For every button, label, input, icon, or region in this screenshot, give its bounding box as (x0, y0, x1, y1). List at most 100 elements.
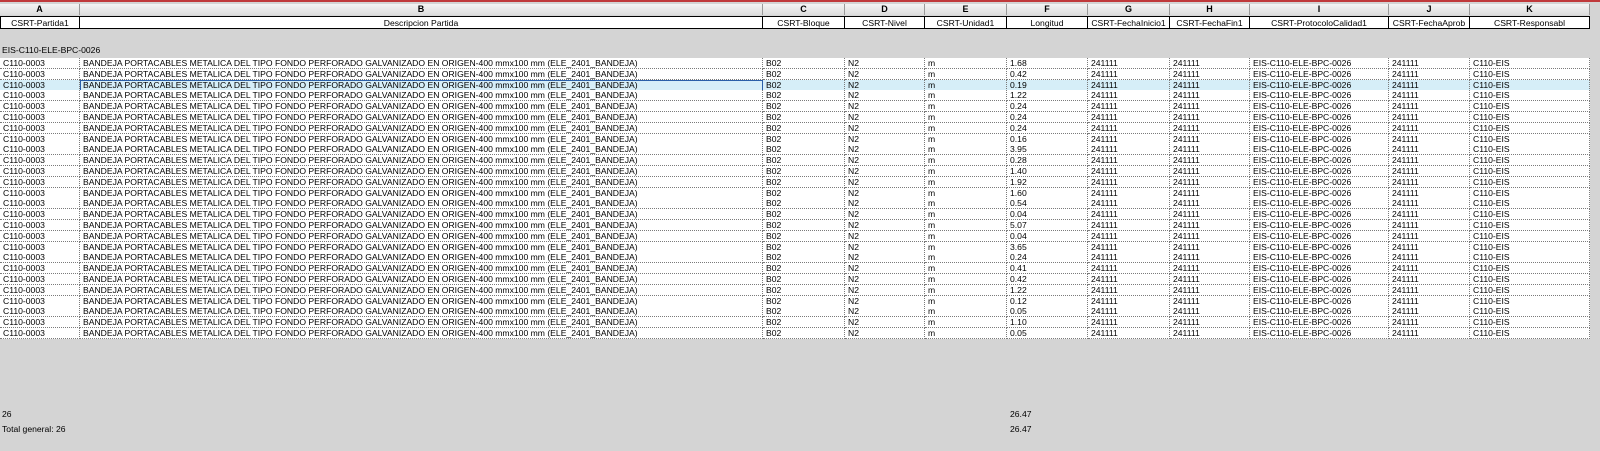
cell-protocolo[interactable]: EIS-C110-ELE-BPC-0026 (1250, 187, 1389, 199)
cell-nivel[interactable]: N2 (845, 306, 925, 318)
cell-responsable[interactable]: C110-EIS (1470, 198, 1590, 210)
cell-fecha-fin[interactable]: 241111 (1170, 317, 1250, 329)
cell-nivel[interactable]: N2 (845, 176, 925, 188)
cell-descripcion[interactable]: BANDEJA PORTACABLES METALICA DEL TIPO FO… (80, 230, 763, 242)
cell-bloque[interactable]: B02 (763, 133, 845, 145)
cell-longitud[interactable]: 0.16 (1007, 133, 1088, 145)
cell-protocolo[interactable]: EIS-C110-ELE-BPC-0026 (1250, 58, 1389, 69)
cell-descripcion[interactable]: BANDEJA PORTACABLES METALICA DEL TIPO FO… (80, 263, 763, 275)
cell-unidad[interactable]: m (925, 306, 1007, 318)
cell-partida[interactable]: C110-0003 (0, 198, 80, 210)
cell-responsable[interactable]: C110-EIS (1470, 79, 1590, 91)
cell-fecha-aprob[interactable]: 241111 (1389, 122, 1470, 134)
cell-nivel[interactable]: N2 (845, 111, 925, 123)
table-row[interactable]: C110-0003 BANDEJA PORTACABLES METALICA DE… (0, 230, 1590, 242)
cell-fecha-aprob[interactable]: 241111 (1389, 165, 1470, 177)
cell-protocolo[interactable]: EIS-C110-ELE-BPC-0026 (1250, 295, 1389, 307)
cell-longitud[interactable]: 1.68 (1007, 58, 1088, 69)
cell-unidad[interactable]: m (925, 155, 1007, 167)
cell-fecha-inicio[interactable]: 241111 (1088, 144, 1170, 156)
cell-unidad[interactable]: m (925, 68, 1007, 80)
field-header-fecha-inicio[interactable]: CSRT-FechaInicio1 (1088, 16, 1170, 29)
cell-fecha-fin[interactable]: 241111 (1170, 241, 1250, 253)
cell-longitud[interactable]: 0.42 (1007, 68, 1088, 80)
cell-fecha-fin[interactable]: 241111 (1170, 187, 1250, 199)
cell-unidad[interactable]: m (925, 295, 1007, 307)
cell-bloque[interactable]: B02 (763, 209, 845, 221)
cell-fecha-inicio[interactable]: 241111 (1088, 187, 1170, 199)
cell-nivel[interactable]: N2 (845, 187, 925, 199)
cell-longitud[interactable]: 1.92 (1007, 176, 1088, 188)
cell-bloque[interactable]: B02 (763, 58, 845, 69)
cell-bloque[interactable]: B02 (763, 90, 845, 102)
cell-fecha-inicio[interactable]: 241111 (1088, 209, 1170, 221)
cell-unidad[interactable]: m (925, 241, 1007, 253)
table-row[interactable]: C110-0003 BANDEJA PORTACABLES METALICA DE… (0, 209, 1590, 221)
cell-bloque[interactable]: B02 (763, 68, 845, 80)
cell-responsable[interactable]: C110-EIS (1470, 187, 1590, 199)
cell-fecha-fin[interactable]: 241111 (1170, 284, 1250, 296)
field-header-responsable[interactable]: CSRT-Responsabl (1470, 16, 1590, 29)
cell-unidad[interactable]: m (925, 263, 1007, 275)
cell-longitud[interactable]: 1.22 (1007, 90, 1088, 102)
cell-fecha-fin[interactable]: 241111 (1170, 198, 1250, 210)
table-row[interactable]: C110-0003 BANDEJA PORTACABLES METALICA DE… (0, 144, 1590, 156)
cell-descripcion[interactable]: BANDEJA PORTACABLES METALICA DEL TIPO FO… (80, 241, 763, 253)
cell-fecha-inicio[interactable]: 241111 (1088, 317, 1170, 329)
cell-bloque[interactable]: B02 (763, 273, 845, 285)
cell-nivel[interactable]: N2 (845, 295, 925, 307)
cell-responsable[interactable]: C110-EIS (1470, 165, 1590, 177)
cell-fecha-inicio[interactable]: 241111 (1088, 252, 1170, 264)
cell-bloque[interactable]: B02 (763, 295, 845, 307)
column-letter-a[interactable]: A (0, 4, 80, 15)
cell-fecha-aprob[interactable]: 241111 (1389, 219, 1470, 231)
cell-protocolo[interactable]: EIS-C110-ELE-BPC-0026 (1250, 122, 1389, 134)
cell-partida[interactable]: C110-0003 (0, 230, 80, 242)
cell-fecha-inicio[interactable]: 241111 (1088, 198, 1170, 210)
cell-descripcion[interactable]: BANDEJA PORTACABLES METALICA DEL TIPO FO… (80, 79, 763, 91)
cell-unidad[interactable]: m (925, 317, 1007, 329)
cell-fecha-inicio[interactable]: 241111 (1088, 79, 1170, 91)
table-row[interactable]: C110-0003 BANDEJA PORTACABLES METALICA DE… (0, 273, 1590, 285)
cell-descripcion[interactable]: BANDEJA PORTACABLES METALICA DEL TIPO FO… (80, 306, 763, 318)
field-header-descripcion[interactable]: Descripcion Partida (80, 16, 763, 29)
table-row[interactable]: C110-0003 BANDEJA PORTACABLES METALICA DE… (0, 219, 1590, 231)
column-letter-c[interactable]: C (763, 4, 845, 15)
field-header-protocolo[interactable]: CSRT-ProtocoloCalidad1 (1250, 16, 1389, 29)
cell-protocolo[interactable]: EIS-C110-ELE-BPC-0026 (1250, 79, 1389, 91)
cell-fecha-inicio[interactable]: 241111 (1088, 58, 1170, 69)
cell-fecha-aprob[interactable]: 241111 (1389, 90, 1470, 102)
cell-fecha-aprob[interactable]: 241111 (1389, 209, 1470, 221)
table-row[interactable]: C110-0003 BANDEJA PORTACABLES METALICA DE… (0, 252, 1590, 264)
cell-responsable[interactable]: C110-EIS (1470, 155, 1590, 167)
cell-responsable[interactable]: C110-EIS (1470, 144, 1590, 156)
cell-fecha-inicio[interactable]: 241111 (1088, 295, 1170, 307)
cell-fecha-inicio[interactable]: 241111 (1088, 176, 1170, 188)
cell-responsable[interactable]: C110-EIS (1470, 133, 1590, 145)
cell-longitud[interactable]: 1.22 (1007, 284, 1088, 296)
cell-nivel[interactable]: N2 (845, 219, 925, 231)
cell-nivel[interactable]: N2 (845, 79, 925, 91)
cell-unidad[interactable]: m (925, 101, 1007, 113)
cell-responsable[interactable]: C110-EIS (1470, 111, 1590, 123)
cell-longitud[interactable]: 0.04 (1007, 209, 1088, 221)
cell-protocolo[interactable]: EIS-C110-ELE-BPC-0026 (1250, 176, 1389, 188)
cell-protocolo[interactable]: EIS-C110-ELE-BPC-0026 (1250, 219, 1389, 231)
cell-responsable[interactable]: C110-EIS (1470, 317, 1590, 329)
table-row[interactable]: C110-0003 BANDEJA PORTACABLES METALICA DE… (0, 165, 1590, 177)
cell-fecha-fin[interactable]: 241111 (1170, 295, 1250, 307)
cell-descripcion[interactable]: BANDEJA PORTACABLES METALICA DEL TIPO FO… (80, 68, 763, 80)
cell-responsable[interactable]: C110-EIS (1470, 219, 1590, 231)
cell-longitud[interactable]: 1.60 (1007, 187, 1088, 199)
cell-partida[interactable]: C110-0003 (0, 295, 80, 307)
table-row[interactable]: C110-0003 BANDEJA PORTACABLES METALICA DE… (0, 327, 1590, 339)
cell-partida[interactable]: C110-0003 (0, 144, 80, 156)
cell-longitud[interactable]: 3.65 (1007, 241, 1088, 253)
cell-nivel[interactable]: N2 (845, 144, 925, 156)
cell-nivel[interactable]: N2 (845, 252, 925, 264)
cell-partida[interactable]: C110-0003 (0, 101, 80, 113)
cell-partida[interactable]: C110-0003 (0, 263, 80, 275)
cell-nivel[interactable]: N2 (845, 230, 925, 242)
cell-longitud[interactable]: 0.24 (1007, 122, 1088, 134)
cell-longitud[interactable]: 0.05 (1007, 327, 1088, 339)
